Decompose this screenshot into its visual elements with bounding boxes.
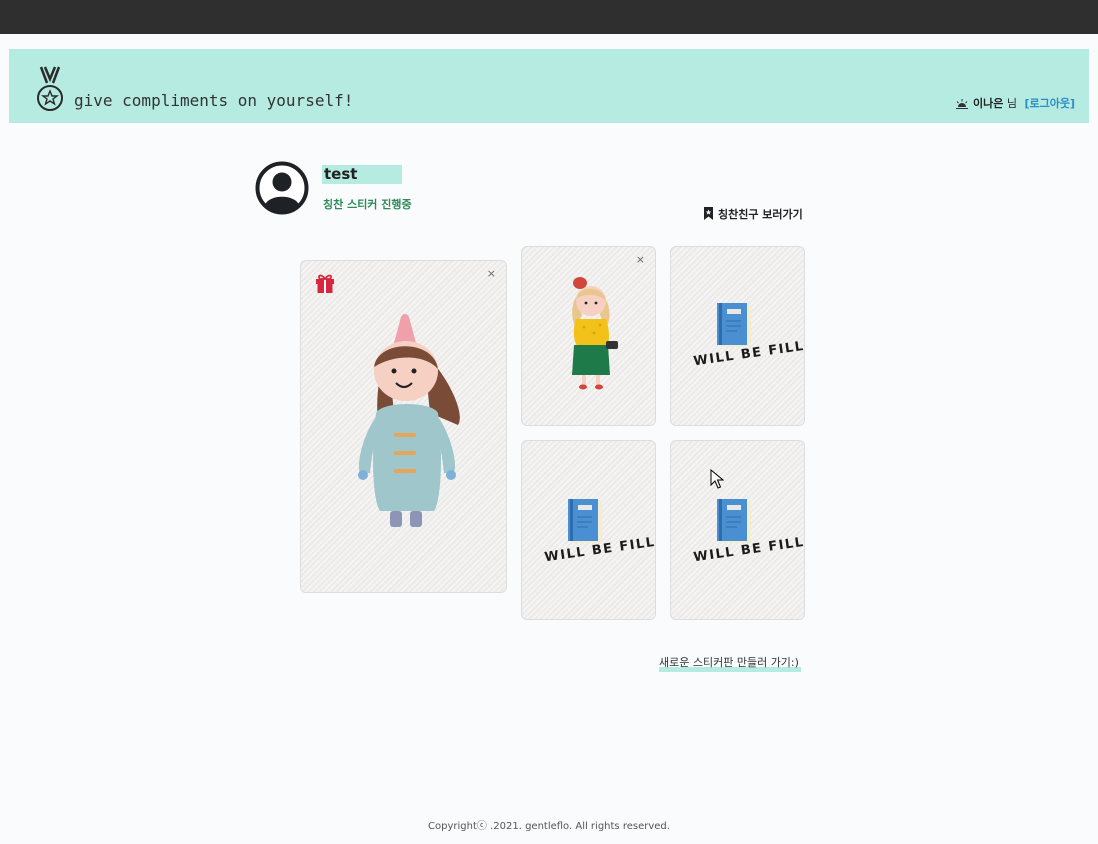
profile-status: 칭찬 스티커 진행중	[323, 198, 412, 211]
sticker-card-1[interactable]: ×	[521, 246, 656, 426]
notebook-icon	[717, 499, 751, 543]
close-icon[interactable]: ×	[487, 267, 496, 280]
bookmark-icon	[704, 207, 713, 220]
browser-top-bar	[0, 0, 1098, 34]
friends-link-label: 칭찬친구 보러가기	[718, 208, 803, 221]
sticker-card-2-empty[interactable]: WILL BE FILLED	[670, 246, 805, 426]
sticker-girl-yellow	[572, 277, 618, 390]
view-friends-link[interactable]: 칭찬친구 보러가기	[703, 206, 803, 222]
create-new-board-link[interactable]: 새로운 스티커판 만들러 가기:)	[659, 654, 801, 672]
logout-link[interactable]: [로그아웃]	[1024, 97, 1075, 110]
close-icon[interactable]: ×	[636, 253, 645, 266]
avatar-icon	[255, 161, 309, 215]
mouse-cursor-icon	[710, 469, 724, 489]
sticker-girl-coat	[358, 314, 460, 527]
sunrise-icon	[956, 99, 969, 109]
site-title: give compliments on yourself!	[74, 91, 354, 110]
medal-icon	[37, 66, 63, 111]
user-area: 이나은 님 [로그아웃]	[955, 95, 1075, 111]
site-header: give compliments on yourself! 이나은 님 [로그아…	[9, 49, 1089, 123]
user-name: 이나은	[972, 97, 1004, 110]
sticker-card-4-empty[interactable]: WILL BE FILLED	[670, 440, 805, 620]
notebook-icon	[568, 499, 602, 543]
footer-copyright: Copyrightⓒ .2021. gentleflo. All rights …	[428, 821, 670, 832]
profile-name: test	[322, 165, 402, 184]
sticker-card-featured[interactable]: ×	[300, 260, 507, 593]
notebook-icon	[717, 303, 751, 347]
user-suffix: 님	[1006, 97, 1017, 110]
sticker-card-3-empty[interactable]: WILL BE FILLED	[521, 440, 656, 620]
gift-icon[interactable]	[314, 272, 336, 294]
